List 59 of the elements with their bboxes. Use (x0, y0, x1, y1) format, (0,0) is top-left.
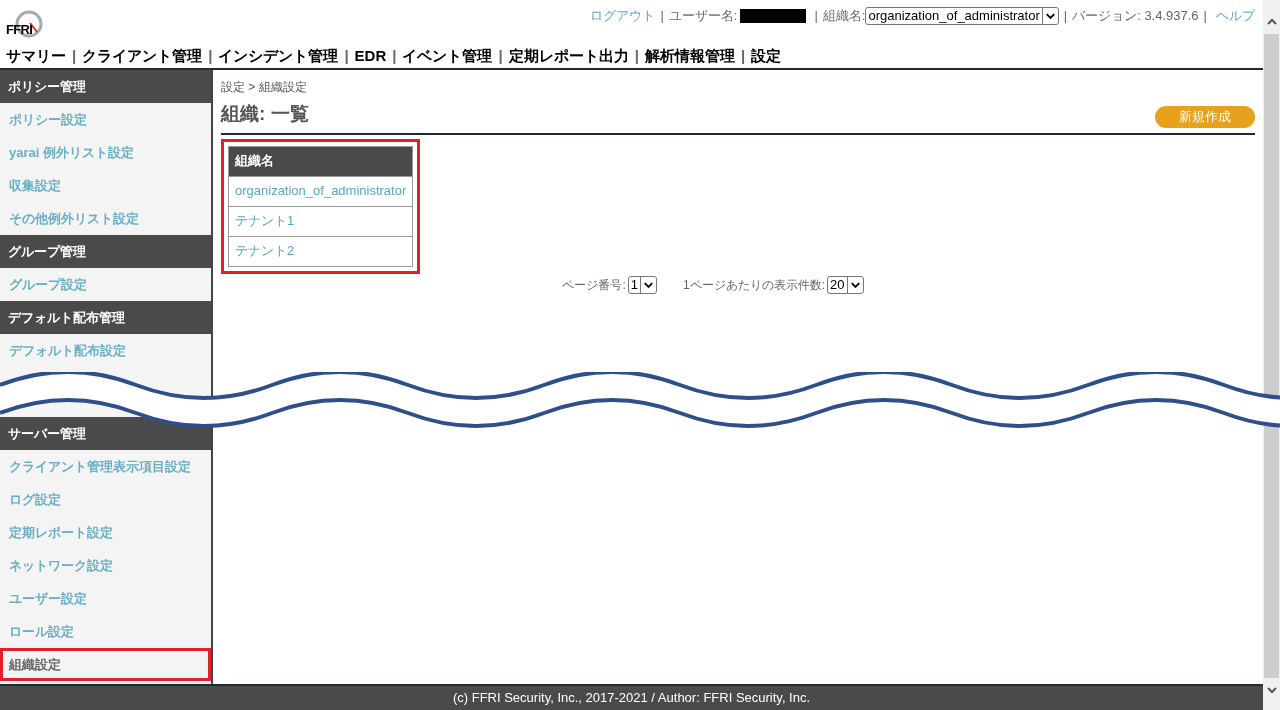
page-number-select[interactable]: 1 (627, 275, 658, 294)
footer: (c) FFRI Security, Inc., 2017-2021 / Author: FFRI Security, Inc. (0, 684, 1263, 710)
per-page-label: 1ページあたりの表示件数: (683, 276, 826, 294)
chevron-down-icon (1041, 7, 1058, 24)
sidebar-section-header: サーバー管理 (0, 417, 211, 450)
separator: | (1063, 7, 1068, 25)
sidebar-section-header: デフォルト配布管理 (0, 301, 211, 334)
sidebar-item[interactable]: 収集設定 (0, 169, 211, 202)
separator: | (208, 45, 213, 66)
page-number-label: ページ番号: (562, 276, 626, 294)
page-title: 組織: 一覧 (221, 102, 309, 126)
scrollbar[interactable] (1263, 0, 1280, 710)
chevron-down-icon[interactable] (1265, 684, 1278, 696)
user-label: ユーザー名: (668, 7, 738, 25)
organization-link[interactable]: テナント2 (228, 236, 413, 266)
sidebar-item[interactable]: ログ設定 (0, 483, 211, 516)
sidebar-section-header: グループ管理 (0, 235, 211, 268)
separator: | (814, 7, 818, 25)
organization-link[interactable]: テナント1 (228, 206, 413, 236)
version-text: バージョン: 3.4.937.6 (1072, 7, 1199, 25)
nav-link[interactable]: インシデント管理 (218, 44, 339, 68)
sidebar-item[interactable]: yarai 例外リスト設定 (0, 136, 211, 169)
per-page-select[interactable]: 20 (827, 275, 864, 294)
redacted-username (740, 8, 807, 23)
chevron-down-icon (846, 276, 863, 293)
nav-link[interactable]: 定期レポート出力 (508, 44, 629, 68)
separator: | (392, 45, 397, 66)
organization-label: 組織名: (822, 7, 866, 25)
organization-link[interactable]: organization_of_administrator (228, 176, 413, 206)
nav-link[interactable]: EDR (354, 44, 387, 68)
sidebar-item[interactable]: その他例外リスト設定 (0, 202, 211, 235)
nav-link[interactable]: 設定 (751, 44, 782, 68)
help-link[interactable]: ヘルプ (1216, 6, 1255, 26)
separator: | (660, 7, 664, 25)
separator: | (498, 45, 503, 66)
separator: | (344, 45, 349, 66)
sidebar-item[interactable]: 組織設定 (0, 648, 211, 681)
sidebar-item[interactable]: ユーザー設定 (0, 582, 211, 615)
sidebar-item[interactable]: ネットワーク設定 (0, 549, 211, 582)
sidebar-item[interactable]: クライアント管理表示項目設定 (0, 450, 211, 483)
sidebar-section-header: ポリシー管理 (0, 70, 211, 103)
breadcrumb: 設定 > 組織設定 (221, 79, 308, 96)
sidebar-item[interactable]: ロール設定 (0, 615, 211, 648)
organization-select[interactable]: organization_of_administrator (865, 6, 1059, 25)
nav-link[interactable]: イベント管理 (402, 44, 493, 68)
nav-link[interactable]: クライアント管理 (82, 44, 203, 68)
logout-link[interactable]: ログアウト (590, 6, 656, 26)
nav-link[interactable]: 解析情報管理 (644, 44, 735, 68)
sidebar-item[interactable]: グループ設定 (0, 268, 211, 301)
separator: | (72, 45, 77, 66)
nav-link[interactable]: サマリー (6, 44, 66, 68)
sidebar-item[interactable]: 定期レポート設定 (0, 516, 211, 549)
separator: | (634, 45, 639, 66)
separator: | (1203, 7, 1207, 25)
new-button[interactable]: 新規作成 (1155, 105, 1255, 128)
sidebar-item[interactable]: デフォルト配布設定 (0, 334, 211, 367)
separator: | (740, 45, 746, 66)
sidebar-item[interactable]: ポリシー設定 (0, 103, 211, 136)
column-header: 組織名 (228, 146, 413, 176)
